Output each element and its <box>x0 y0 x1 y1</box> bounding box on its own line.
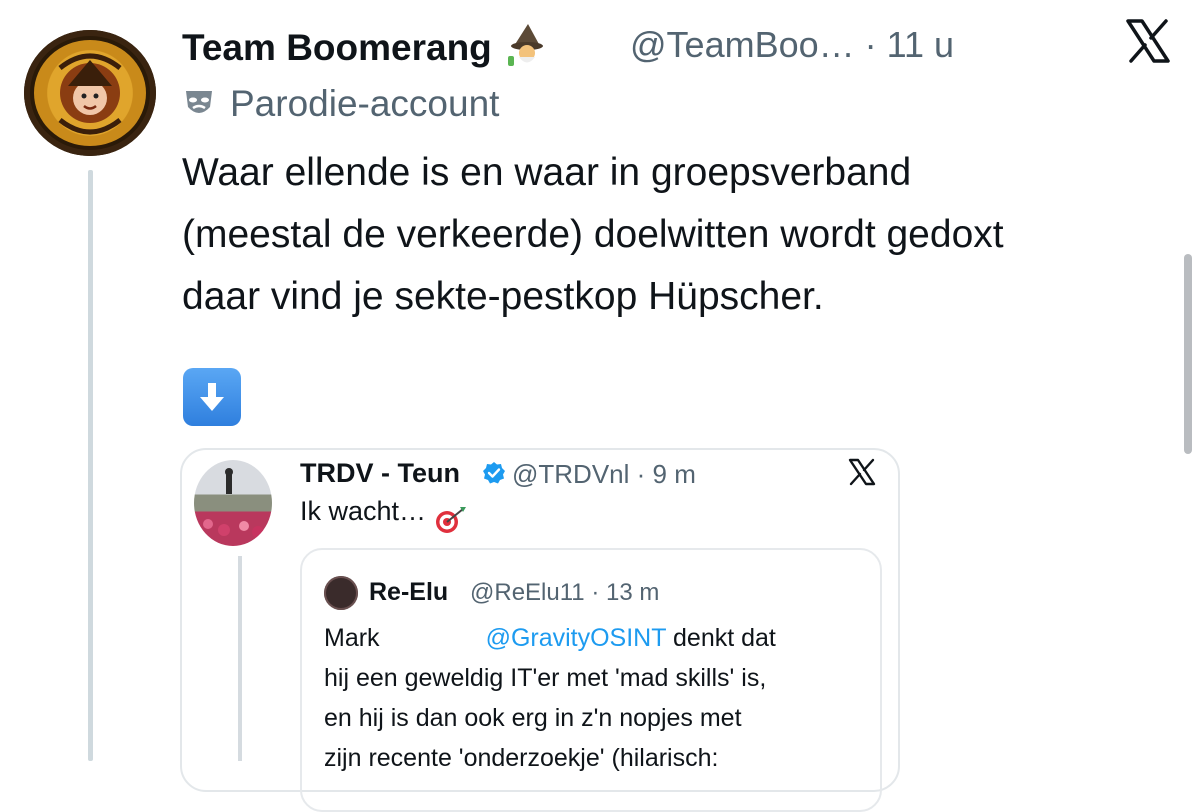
author-handle[interactable]: @TeamBoo… <box>630 24 855 65</box>
tweet-time[interactable]: 11 u <box>887 24 954 65</box>
nested-text-line: zijn recente 'onderzoekje' (hilarisch: <box>324 744 719 772</box>
nested-author-name[interactable]: Re-Elu <box>369 578 448 607</box>
target-emoji-icon <box>436 507 466 533</box>
wizard-emoji-icon <box>508 24 544 66</box>
boomerang-logo-icon <box>34 40 146 146</box>
parody-mask-icon <box>186 91 212 113</box>
quote-author-name[interactable]: TRDV - Teun <box>300 458 460 489</box>
mention-link[interactable]: @GravityOSINT <box>486 624 667 652</box>
quote-text: Ik wacht… <box>300 496 427 526</box>
nested-meta-separator: · <box>591 579 600 606</box>
x-logo-icon[interactable] <box>846 456 878 488</box>
avatar-team-boomerang[interactable] <box>24 30 156 156</box>
x-logo-icon[interactable] <box>1122 15 1174 67</box>
meta-separator: · <box>864 24 877 65</box>
nested-meta: @ReElu11 · 13 m <box>470 579 659 607</box>
author-name-text: Team Boomerang <box>182 27 492 68</box>
scrollbar[interactable] <box>1184 254 1192 454</box>
quote-meta-separator: · <box>636 459 646 489</box>
author-meta: @TeamBoo… · 11 u <box>630 24 954 66</box>
quote-author-handle[interactable]: @TRDVnl <box>512 459 629 489</box>
nested-text-line: hij een geweldig IT'er met 'mad skills' … <box>324 664 767 692</box>
parody-label-text: Parodie-account <box>230 83 500 124</box>
nested-time[interactable]: 13 m <box>606 579 659 606</box>
nested-author-handle[interactable]: @ReElu11 <box>470 579 585 606</box>
nested-text-end: denkt dat <box>666 624 776 652</box>
parody-label: Parodie-account <box>182 82 499 126</box>
author-name[interactable]: Team Boomerang <box>182 22 550 69</box>
avatar-re-elu[interactable] <box>324 576 358 610</box>
nested-text-line: Mark @GravityOSINT denkt dat <box>324 618 776 658</box>
tweet-text-line: (meestal de verkeerde) doelwitten wordt … <box>182 213 1004 256</box>
tweet-text-line: daar vind je sekte-pestkop Hüpscher. <box>182 275 824 318</box>
down-arrow-emoji-icon <box>183 368 241 426</box>
quote-time[interactable]: 9 m <box>653 459 696 489</box>
nested-text-start: Mark <box>324 624 380 652</box>
tweet-text: Waar ellende is en waar in groepsverband… <box>182 142 1172 328</box>
avatar-trdv-teun[interactable] <box>194 460 272 546</box>
quote-thread-line <box>238 556 242 761</box>
tweet-text-line: Waar ellende is en waar in groepsverband <box>182 151 912 194</box>
verified-badge-icon <box>483 462 505 484</box>
quote-meta: @TRDVnl · 9 m <box>512 459 696 490</box>
thread-line <box>88 170 93 761</box>
nested-text-line: en hij is dan ook erg in z'n nopjes met <box>324 704 742 732</box>
